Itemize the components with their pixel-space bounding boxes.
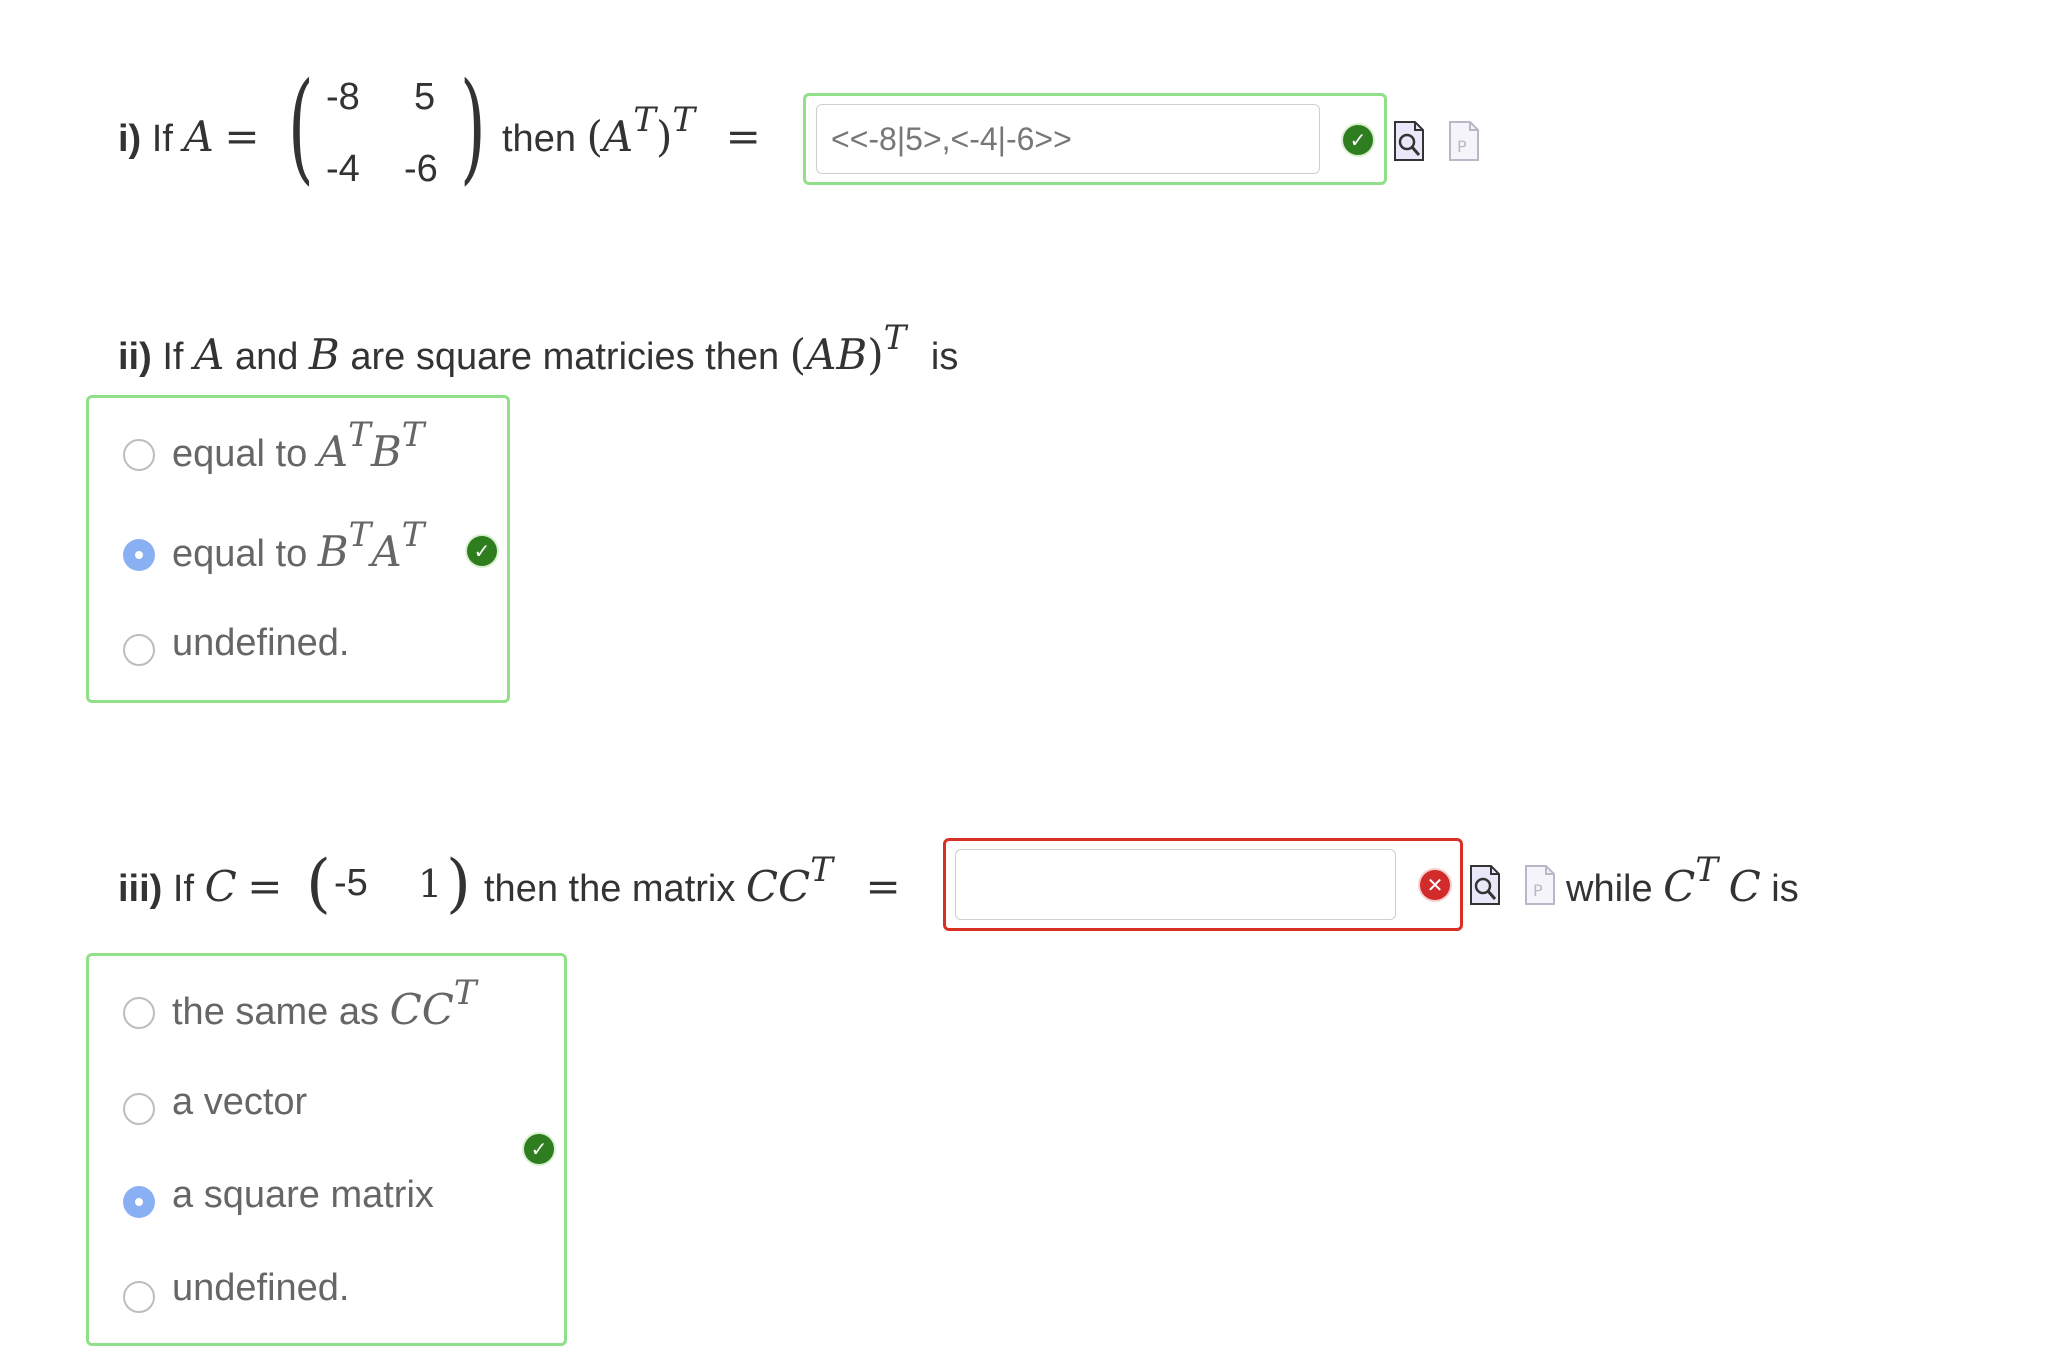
question-2-text: ii) If A and B are square matricies then… bbox=[118, 318, 959, 379]
equals-sign: = bbox=[247, 862, 283, 911]
right-paren: ) bbox=[460, 58, 486, 197]
question-3-mid: then the matrix CCT = bbox=[484, 850, 901, 911]
right-paren: ) bbox=[446, 847, 471, 921]
check-icon: ✓ bbox=[524, 1134, 554, 1164]
question-1-text: i) If A = bbox=[118, 112, 260, 161]
is-text: is bbox=[1771, 868, 1799, 910]
product-expr: (AB) bbox=[789, 330, 884, 379]
equals-sign: = bbox=[224, 112, 260, 161]
option-sup: T bbox=[348, 415, 371, 455]
preview-icon[interactable] bbox=[1393, 120, 1425, 162]
svg-text:P: P bbox=[1457, 137, 1467, 156]
question-1-then: then (AT)T = bbox=[502, 100, 761, 161]
question-2-mid: are square matricies then bbox=[350, 336, 780, 378]
left-paren: ( bbox=[288, 58, 314, 197]
option-label: a vector bbox=[172, 1081, 308, 1123]
while-text: while bbox=[1566, 868, 1653, 910]
transpose-expr-close: ) bbox=[655, 112, 673, 161]
transpose-sup: T bbox=[633, 100, 656, 140]
preview-icon[interactable] bbox=[1469, 864, 1501, 906]
question-1-label: i) bbox=[118, 118, 142, 160]
answer-input-1[interactable]: <<-8|5>,<-4|-6>> bbox=[816, 104, 1320, 174]
transpose-sup: T bbox=[883, 318, 907, 358]
question-3-label: iii) bbox=[118, 868, 163, 910]
answer-input-3[interactable] bbox=[955, 849, 1396, 920]
option-label: undefined. bbox=[172, 1267, 350, 1309]
left-paren: ( bbox=[306, 847, 331, 921]
option-text: equal to bbox=[172, 533, 308, 575]
transpose-expr-open: (A bbox=[586, 112, 634, 161]
option-text: the same as bbox=[172, 991, 379, 1033]
matrix-cell: -8 bbox=[326, 76, 360, 118]
equals-sign: = bbox=[725, 112, 761, 161]
transpose-sup: T bbox=[1695, 850, 1718, 890]
matrix-c-symbol: C bbox=[1728, 862, 1761, 911]
option-math: B bbox=[317, 527, 349, 576]
svg-text:P: P bbox=[1533, 881, 1543, 900]
equals-sign: = bbox=[865, 862, 901, 911]
option-sup: T bbox=[348, 515, 372, 555]
is-text: is bbox=[930, 336, 959, 378]
check-icon: ✓ bbox=[1343, 125, 1373, 155]
option-math: A bbox=[317, 427, 349, 476]
pdf-icon[interactable]: P bbox=[1524, 864, 1556, 906]
radio-option[interactable] bbox=[123, 634, 155, 666]
matrix-cell: -4 bbox=[326, 148, 360, 190]
matrix-cell: 5 bbox=[414, 76, 436, 118]
option-label: equal to BTAT bbox=[172, 515, 424, 576]
question-3-text: iii) If C = bbox=[118, 862, 282, 911]
cross-icon: ✕ bbox=[1420, 870, 1450, 900]
matrix-b-symbol: B bbox=[308, 330, 340, 379]
radio-option[interactable] bbox=[123, 997, 155, 1029]
radio-option-selected[interactable] bbox=[123, 539, 155, 571]
matrix-c-symbol: C bbox=[204, 862, 237, 911]
radio-option[interactable] bbox=[123, 439, 155, 471]
and-text: and bbox=[234, 336, 299, 378]
transpose-sup: T bbox=[672, 100, 696, 140]
option-label: the same as CCT bbox=[172, 973, 477, 1034]
question-3-pre: If bbox=[172, 868, 195, 910]
question-2-pre: If bbox=[162, 336, 184, 378]
question-1-pre: If bbox=[151, 118, 173, 160]
check-icon: ✓ bbox=[467, 536, 497, 566]
matrix-cell: -6 bbox=[404, 148, 438, 190]
option-label: equal to ATBT bbox=[172, 415, 424, 476]
vector-cell: 1 bbox=[418, 862, 443, 906]
question-3-mid-text: then the matrix bbox=[484, 868, 736, 910]
vector-cell: -5 bbox=[334, 862, 368, 904]
question-2-label: ii) bbox=[118, 336, 152, 378]
option-sup: T bbox=[453, 973, 477, 1013]
option-math: CC bbox=[389, 985, 454, 1034]
matrix-c-symbol: C bbox=[1663, 862, 1696, 911]
option-text: equal to bbox=[172, 433, 308, 475]
product-expr: CC bbox=[745, 862, 811, 911]
option-math: A bbox=[371, 527, 402, 576]
question-3-while: while CT C is bbox=[1566, 850, 1799, 911]
pdf-icon[interactable]: P bbox=[1448, 120, 1480, 162]
option-label: a square matrix bbox=[172, 1174, 434, 1216]
option-math: B bbox=[370, 427, 402, 476]
matrix-a-symbol: A bbox=[194, 330, 225, 379]
radio-option-selected[interactable] bbox=[123, 1186, 155, 1218]
option-label: undefined. bbox=[172, 622, 350, 664]
option-sup: T bbox=[401, 415, 425, 455]
option-sup: T bbox=[401, 515, 425, 555]
radio-option[interactable] bbox=[123, 1281, 155, 1313]
then-text: then bbox=[502, 118, 576, 160]
radio-option[interactable] bbox=[123, 1093, 155, 1125]
matrix-a-symbol: A bbox=[183, 112, 214, 161]
transpose-sup: T bbox=[810, 850, 833, 890]
